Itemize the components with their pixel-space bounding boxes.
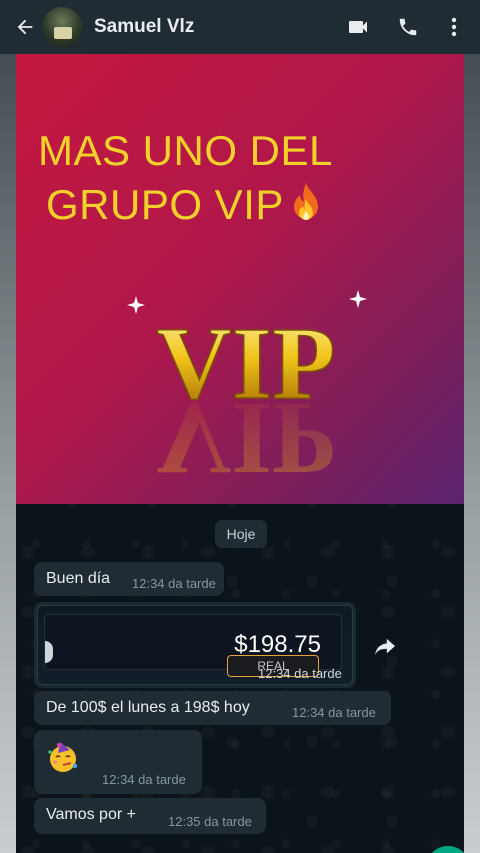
phone-icon[interactable] xyxy=(396,15,420,39)
partying-face-emoji xyxy=(48,742,78,772)
chat-header: Samuel Vlz xyxy=(0,0,480,54)
panel-handle xyxy=(45,641,53,663)
svg-text:VIP: VIP xyxy=(156,381,335,486)
message-bubble[interactable]: Buen día 12:34 da tarde xyxy=(34,562,224,596)
chat-area[interactable]: MAS UNO DEL GRUPO VIP VIP VIP Hoje Buen … xyxy=(16,54,470,853)
arrow-left-icon[interactable] xyxy=(12,14,38,40)
vip-image-title: MAS UNO DEL GRUPO VIP xyxy=(38,124,333,232)
message-bubble[interactable]: Vamos por + 12:35 da tarde xyxy=(34,798,266,834)
message-text: Buen día xyxy=(46,570,111,587)
forward-icon[interactable] xyxy=(366,628,404,666)
balance-panel: $198.75 REAL xyxy=(44,614,342,677)
vip-title-line2: GRUPO VIP xyxy=(46,181,284,228)
contact-name[interactable]: Samuel Vlz xyxy=(94,16,320,38)
frame-left-edge xyxy=(0,0,16,853)
balance-image-message[interactable]: $198.75 REAL 12:34 da tarde xyxy=(34,602,356,688)
message-time: 12:34 da tarde xyxy=(132,576,216,591)
date-separator: Hoje xyxy=(215,520,267,548)
vip-title-line1: MAS UNO DEL xyxy=(38,127,333,174)
message-text: Vamos por + xyxy=(46,806,136,823)
emoji-message[interactable]: 12:34 da tarde xyxy=(34,730,202,794)
message-time: 12:34 da tarde xyxy=(258,666,342,681)
avatar[interactable] xyxy=(42,7,82,47)
more-vert-icon[interactable] xyxy=(442,15,466,39)
fire-emoji-icon xyxy=(286,181,326,225)
vip-logo: VIP VIP xyxy=(127,290,367,486)
message-bubble[interactable]: De 100$ el lunes a 198$ hoy 12:34 da tar… xyxy=(34,691,391,725)
vip-image-message[interactable]: MAS UNO DEL GRUPO VIP VIP VIP xyxy=(16,54,464,504)
video-camera-icon[interactable] xyxy=(346,15,370,39)
scroll-down-button[interactable] xyxy=(426,846,470,853)
message-time: 12:35 da tarde xyxy=(168,814,252,829)
message-time: 12:34 da tarde xyxy=(102,772,186,787)
message-text: De 100$ el lunes a 198$ hoy xyxy=(46,699,250,716)
frame-right-edge xyxy=(464,0,480,853)
message-time: 12:34 da tarde xyxy=(292,705,376,720)
